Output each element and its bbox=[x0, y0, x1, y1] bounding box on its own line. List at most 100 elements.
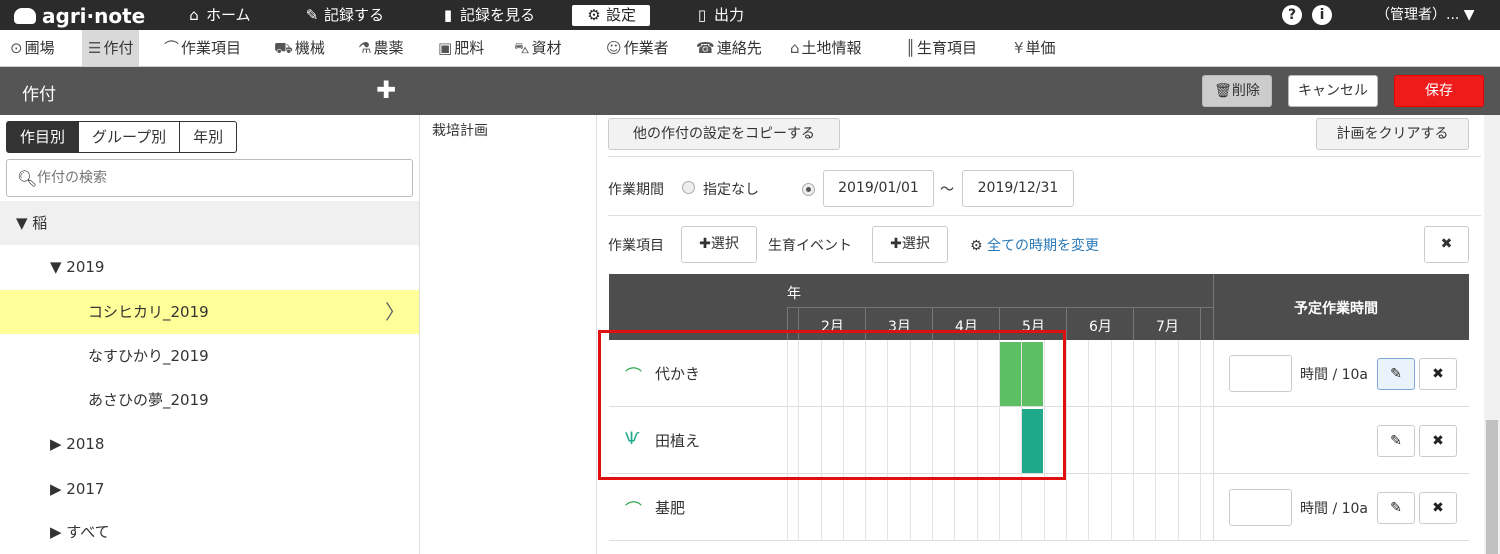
page-title: 作付 bbox=[22, 85, 56, 105]
tree-item-rice[interactable]: ▼ 稲 bbox=[0, 201, 419, 245]
logo-icon bbox=[14, 8, 36, 24]
highlight-annotation bbox=[598, 330, 1066, 480]
phone-book-icon: ☎ bbox=[696, 39, 715, 57]
delete-x-icon[interactable]: ✖ bbox=[1419, 492, 1457, 524]
app-logo[interactable]: agri·note bbox=[14, 4, 145, 28]
range-tilde: ～ bbox=[940, 182, 954, 198]
no-period-label: 指定なし bbox=[703, 182, 759, 198]
end-date-field[interactable]: 2019/12/31 bbox=[962, 170, 1074, 207]
tree-item-asahinoyume-2019[interactable]: あさひの夢_2019 bbox=[0, 378, 419, 422]
growth-event-label: 生育イベント bbox=[768, 238, 852, 254]
nav-view-records[interactable]: ▮ 記録を見る bbox=[440, 0, 535, 30]
task-name: 基肥 bbox=[655, 499, 686, 517]
subnav-fields[interactable]: ⊙ 圃場 bbox=[10, 30, 55, 66]
growth-icon: ║ bbox=[906, 39, 916, 57]
task-items-label: 作業項目 bbox=[608, 238, 664, 254]
nav-home[interactable]: ⌂ ホーム bbox=[186, 0, 250, 30]
month-jul: 7月 bbox=[1156, 319, 1179, 335]
info-icon[interactable]: i bbox=[1312, 5, 1332, 25]
tree-item-2019[interactable]: ▼ 2019 bbox=[0, 245, 419, 289]
no-period-radio[interactable] bbox=[682, 181, 695, 194]
chevron-right-icon: 〉 bbox=[385, 300, 405, 324]
subnav-crops[interactable]: ☰ 作付 bbox=[82, 30, 140, 66]
admin-menu[interactable]: （管理者）... ▼ bbox=[1376, 0, 1475, 30]
crop-list-pane: 作目別 グループ別 年別 🔍︎ ▼ 稲 ▼ 2019 コシヒカリ_2019 〉 … bbox=[0, 115, 420, 554]
top-bar: agri·note ⌂ ホーム ✎ 記録する ▮ 記録を見る ⚙ 設定 ▯ 出力 ? i … bbox=[0, 0, 1500, 30]
subnav-land-info[interactable]: ⌂ 土地情報 bbox=[790, 30, 862, 66]
change-all-periods-link[interactable]: ⚙ 全ての時期を変更 bbox=[970, 235, 1099, 255]
help-icon[interactable]: ? bbox=[1282, 5, 1302, 25]
grouping-tabs: 作目別 グループ別 年別 bbox=[6, 121, 238, 153]
fertilizer-bag-icon: ▣ bbox=[438, 39, 453, 57]
subnav-fertilizers[interactable]: ▣ 肥料 bbox=[438, 30, 484, 66]
hours-unit: 時間 / 10a bbox=[1300, 501, 1369, 517]
wheelbarrow-icon: ⛍ bbox=[514, 39, 530, 57]
subnav-workers[interactable]: ☺ 作業者 bbox=[606, 30, 669, 66]
divider bbox=[608, 156, 1481, 157]
subnav-tasks[interactable]: ⌒ 作業項目 bbox=[164, 30, 241, 66]
subnav-machines[interactable]: ⛟ 機械 bbox=[274, 30, 325, 66]
tab-by-year[interactable]: 年別 bbox=[180, 121, 238, 153]
save-button[interactable]: 保存 bbox=[1394, 75, 1484, 107]
gear-icon: ⚙ bbox=[970, 238, 988, 254]
yen-icon: ¥ bbox=[1014, 39, 1024, 57]
tree-item-2017[interactable]: ▶ 2017 bbox=[0, 467, 419, 511]
start-date-field[interactable]: 2019/01/01 bbox=[823, 170, 934, 207]
book-icon: ▮ bbox=[443, 6, 453, 24]
date-range-radio[interactable] bbox=[802, 183, 815, 196]
sickle-icon: ⌒ bbox=[625, 501, 642, 521]
land-icon: ⌂ bbox=[790, 39, 800, 57]
divider bbox=[608, 215, 1481, 216]
cancel-button[interactable]: キャンセル bbox=[1288, 75, 1378, 107]
tree-item-koshihikari-2019[interactable]: コシヒカリ_2019 〉 bbox=[0, 290, 419, 334]
crop-search: 🔍︎ bbox=[6, 159, 413, 197]
close-icon[interactable]: ✖ bbox=[1424, 226, 1469, 263]
clear-plan-button[interactable]: 計画をクリアする bbox=[1316, 118, 1469, 150]
planned-hours-input[interactable] bbox=[1229, 489, 1292, 526]
planned-hours-header: 予定作業時間 bbox=[1294, 301, 1378, 317]
tree-item-nasuhikari-2019[interactable]: なすひかり_2019 bbox=[0, 334, 419, 378]
crop-search-input[interactable] bbox=[37, 167, 397, 189]
delete-x-icon[interactable]: ✖ bbox=[1419, 425, 1457, 457]
subnav-pesticides[interactable]: ⚗ 農薬 bbox=[358, 30, 403, 66]
delete-button[interactable]: 🗑削除 bbox=[1202, 75, 1272, 107]
year-label: 年 bbox=[787, 286, 801, 302]
select-task-button[interactable]: ✚選択 bbox=[681, 226, 757, 263]
worker-icon: ☺ bbox=[606, 39, 622, 57]
scrollbar-thumb[interactable] bbox=[1486, 420, 1498, 554]
gear-icon: ⚙ bbox=[587, 6, 601, 24]
select-growth-event-button[interactable]: ✚選択 bbox=[872, 226, 948, 263]
tab-by-crop[interactable]: 作目別 bbox=[6, 121, 80, 153]
copy-settings-button[interactable]: 他の作付の設定をコピーする bbox=[608, 118, 840, 150]
subnav-contacts[interactable]: ☎ 連絡先 bbox=[696, 30, 762, 66]
edit-pencil-icon[interactable]: ✎ bbox=[1377, 358, 1415, 390]
settings-subnav: ⊙ 圃場 ☰ 作付 ⌒ 作業項目 ⛟ 機械 ⚗ 農薬 ▣ 肥料 ⛍ 資材 ☺ 作業者 ☎ 連絡先 … bbox=[0, 30, 1500, 67]
map-pin-icon: ⊙ bbox=[10, 39, 23, 57]
search-icon: 🔍︎ bbox=[17, 169, 38, 188]
nav-settings[interactable]: ⚙ 設定 bbox=[572, 5, 651, 26]
month-jun: 6月 bbox=[1089, 319, 1112, 335]
tractor-icon: ⛟ bbox=[274, 39, 293, 57]
pencil-icon: ✎ bbox=[305, 6, 319, 24]
flask-icon: ⚗ bbox=[358, 39, 372, 57]
tab-by-group[interactable]: グループ別 bbox=[79, 121, 181, 153]
tree-item-2018[interactable]: ▶ 2018 bbox=[0, 422, 419, 466]
nav-output[interactable]: ▯ 出力 bbox=[694, 0, 744, 30]
gantt-row[interactable]: ⌒ 基肥 時間 / 10a ✎ ✖ bbox=[609, 474, 1469, 541]
add-icon[interactable]: ✚ bbox=[376, 78, 396, 102]
delete-x-icon[interactable]: ✖ bbox=[1419, 358, 1457, 390]
work-period-label: 作業期間 bbox=[608, 182, 664, 198]
nav-record[interactable]: ✎ 記録する bbox=[304, 0, 384, 30]
cultivation-plan-label: 栽培計画 bbox=[432, 123, 488, 139]
edit-pencil-icon[interactable]: ✎ bbox=[1377, 492, 1415, 524]
planned-hours-input[interactable] bbox=[1229, 355, 1292, 392]
trash-icon: 🗑 bbox=[1214, 83, 1232, 99]
page-header: 作付 ✚ bbox=[0, 67, 1500, 115]
tree-item-all[interactable]: ▶ すべて bbox=[0, 510, 419, 554]
edit-pencil-icon[interactable]: ✎ bbox=[1377, 425, 1415, 457]
subnav-growth-items[interactable]: ║ 生育項目 bbox=[906, 30, 977, 66]
list-icon: ☰ bbox=[88, 39, 102, 57]
subnav-unit-prices[interactable]: ¥ 単価 bbox=[1014, 30, 1056, 66]
subnav-materials[interactable]: ⛍ 資材 bbox=[514, 30, 561, 66]
home-icon: ⌂ bbox=[189, 6, 199, 24]
